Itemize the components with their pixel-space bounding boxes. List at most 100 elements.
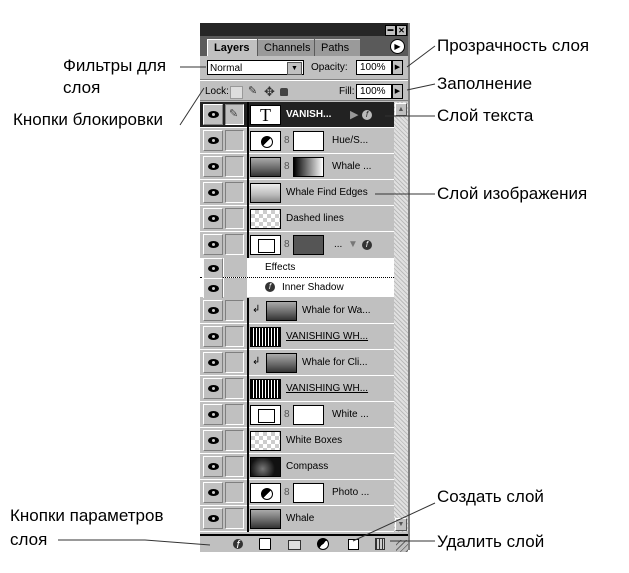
effects-icon: f: [362, 240, 372, 250]
collapse-triangle-icon[interactable]: ▼: [348, 239, 358, 250]
opacity-input[interactable]: 100%: [356, 60, 392, 75]
link-toggle[interactable]: [225, 404, 244, 425]
layer-row-shape[interactable]: 8 ... ▼ f: [200, 232, 394, 258]
trash-icon[interactable]: [375, 538, 385, 550]
layer-row[interactable]: 8 Hue/S...: [200, 128, 394, 154]
visibility-toggle[interactable]: [203, 208, 223, 229]
visibility-toggle[interactable]: [203, 456, 223, 477]
visibility-toggle[interactable]: [203, 482, 223, 503]
link-toggle[interactable]: [225, 482, 244, 503]
layer-name[interactable]: Compass: [286, 460, 328, 474]
link-toggle[interactable]: [225, 326, 244, 347]
lock-transparency-icon[interactable]: [230, 86, 243, 99]
layer-style-icon[interactable]: f: [233, 539, 243, 551]
blend-mode-select[interactable]: Normal ▼: [207, 60, 304, 75]
layer-name[interactable]: Hue/S...: [332, 134, 368, 148]
layer-row[interactable]: 8 White ...: [200, 402, 394, 428]
layer-row-image[interactable]: Whale Find Edges: [200, 180, 394, 206]
scroll-down-button[interactable]: ▼: [395, 518, 407, 531]
tab-paths[interactable]: Paths: [315, 39, 360, 56]
layer-name[interactable]: VANISHING WH...: [286, 382, 368, 396]
effect-row[interactable]: f Inner Shadow: [200, 278, 394, 299]
layer-row[interactable]: VANISHING WH...: [200, 324, 394, 350]
layer-row[interactable]: ↲ Whale for Cli...: [200, 350, 394, 376]
layer-name[interactable]: White Boxes: [286, 434, 342, 448]
lock-all-icon[interactable]: [280, 88, 288, 96]
visibility-toggle[interactable]: [203, 258, 223, 279]
layer-name[interactable]: VANISHING WH...: [286, 330, 368, 344]
new-layer-icon[interactable]: [348, 539, 359, 550]
visibility-toggle[interactable]: [203, 130, 223, 151]
panel-menu-button[interactable]: ▶: [390, 39, 405, 54]
visibility-toggle[interactable]: [203, 156, 223, 177]
layer-row[interactable]: 8 Photo ...: [200, 480, 394, 506]
panel-titlebar[interactable]: ▬ ✕: [200, 23, 408, 36]
layer-name[interactable]: White ...: [332, 408, 369, 422]
fill-slider-button[interactable]: ▶: [392, 84, 403, 99]
visibility-toggle[interactable]: [203, 430, 223, 451]
layer-name[interactable]: Dashed lines: [286, 212, 344, 226]
visibility-toggle[interactable]: [203, 352, 223, 373]
layer-row[interactable]: 8 Whale ...: [200, 154, 394, 180]
layer-row-text[interactable]: ✎ T VANISH... ▶ f: [200, 102, 394, 128]
close-button[interactable]: ✕: [396, 25, 407, 36]
scroll-up-button[interactable]: ▲: [395, 103, 407, 116]
new-group-icon[interactable]: [288, 540, 301, 550]
effects-header-row[interactable]: Effects: [200, 258, 394, 279]
visibility-toggle[interactable]: [203, 404, 223, 425]
link-toggle[interactable]: [225, 130, 244, 151]
divider: [247, 298, 249, 324]
link-toggle[interactable]: [225, 352, 244, 373]
layer-name[interactable]: Whale for Cli...: [302, 356, 368, 370]
resize-grip-icon[interactable]: [396, 540, 408, 552]
visibility-toggle[interactable]: [203, 300, 223, 321]
link-toggle[interactable]: [225, 508, 244, 529]
text-layer-thumbnail: T: [250, 105, 281, 125]
expand-triangle-icon[interactable]: ▶: [350, 108, 358, 121]
link-toggle[interactable]: [225, 378, 244, 399]
link-toggle[interactable]: [225, 208, 244, 229]
layer-row[interactable]: Whale: [200, 506, 394, 532]
brush-link-toggle[interactable]: ✎: [225, 104, 244, 125]
layer-row[interactable]: VANISHING WH...: [200, 376, 394, 402]
layer-name[interactable]: VANISH...: [286, 108, 331, 122]
effect-name[interactable]: Inner Shadow: [282, 281, 344, 295]
opacity-slider-button[interactable]: ▶: [392, 60, 403, 75]
link-toggle[interactable]: [225, 456, 244, 477]
visibility-toggle[interactable]: [203, 234, 223, 255]
layer-row[interactable]: Compass: [200, 454, 394, 480]
layer-name[interactable]: Whale ...: [332, 160, 371, 174]
visibility-toggle[interactable]: [203, 182, 223, 203]
lock-brush-icon[interactable]: ✎: [248, 85, 257, 98]
link-toggle[interactable]: [225, 300, 244, 321]
visibility-toggle[interactable]: [203, 508, 223, 529]
add-mask-icon[interactable]: [259, 538, 271, 550]
vertical-scrollbar[interactable]: ▲ ▼: [394, 102, 408, 532]
minimize-button[interactable]: ▬: [385, 25, 396, 36]
layer-name[interactable]: Photo ...: [332, 486, 369, 500]
visibility-toggle[interactable]: [203, 278, 223, 299]
link-toggle[interactable]: [225, 430, 244, 451]
adjustment-layer-icon[interactable]: [317, 538, 329, 550]
link-toggle[interactable]: [225, 156, 244, 177]
eye-icon: [208, 189, 219, 196]
lock-move-icon[interactable]: ✥: [264, 85, 275, 98]
visibility-toggle[interactable]: [203, 326, 223, 347]
divider: [247, 480, 249, 506]
layer-row[interactable]: Dashed lines: [200, 206, 394, 232]
link-toggle[interactable]: [225, 234, 244, 255]
layer-name[interactable]: Whale: [286, 512, 314, 526]
tab-layers[interactable]: Layers: [207, 39, 257, 56]
layer-name[interactable]: Whale for Wa...: [302, 304, 371, 318]
link-toggle[interactable]: [225, 182, 244, 203]
fill-input[interactable]: 100%: [356, 84, 392, 99]
visibility-toggle[interactable]: [203, 378, 223, 399]
layer-name[interactable]: ...: [334, 238, 342, 252]
layer-row[interactable]: ↲ Whale for Wa...: [200, 298, 394, 324]
layer-name[interactable]: Whale Find Edges: [286, 186, 368, 200]
layer-row[interactable]: White Boxes: [200, 428, 394, 454]
chain-link-icon: 8: [284, 487, 290, 498]
visibility-toggle[interactable]: [203, 104, 223, 125]
tab-channels[interactable]: Channels: [258, 39, 314, 56]
chevron-down-icon[interactable]: ▼: [287, 62, 302, 75]
